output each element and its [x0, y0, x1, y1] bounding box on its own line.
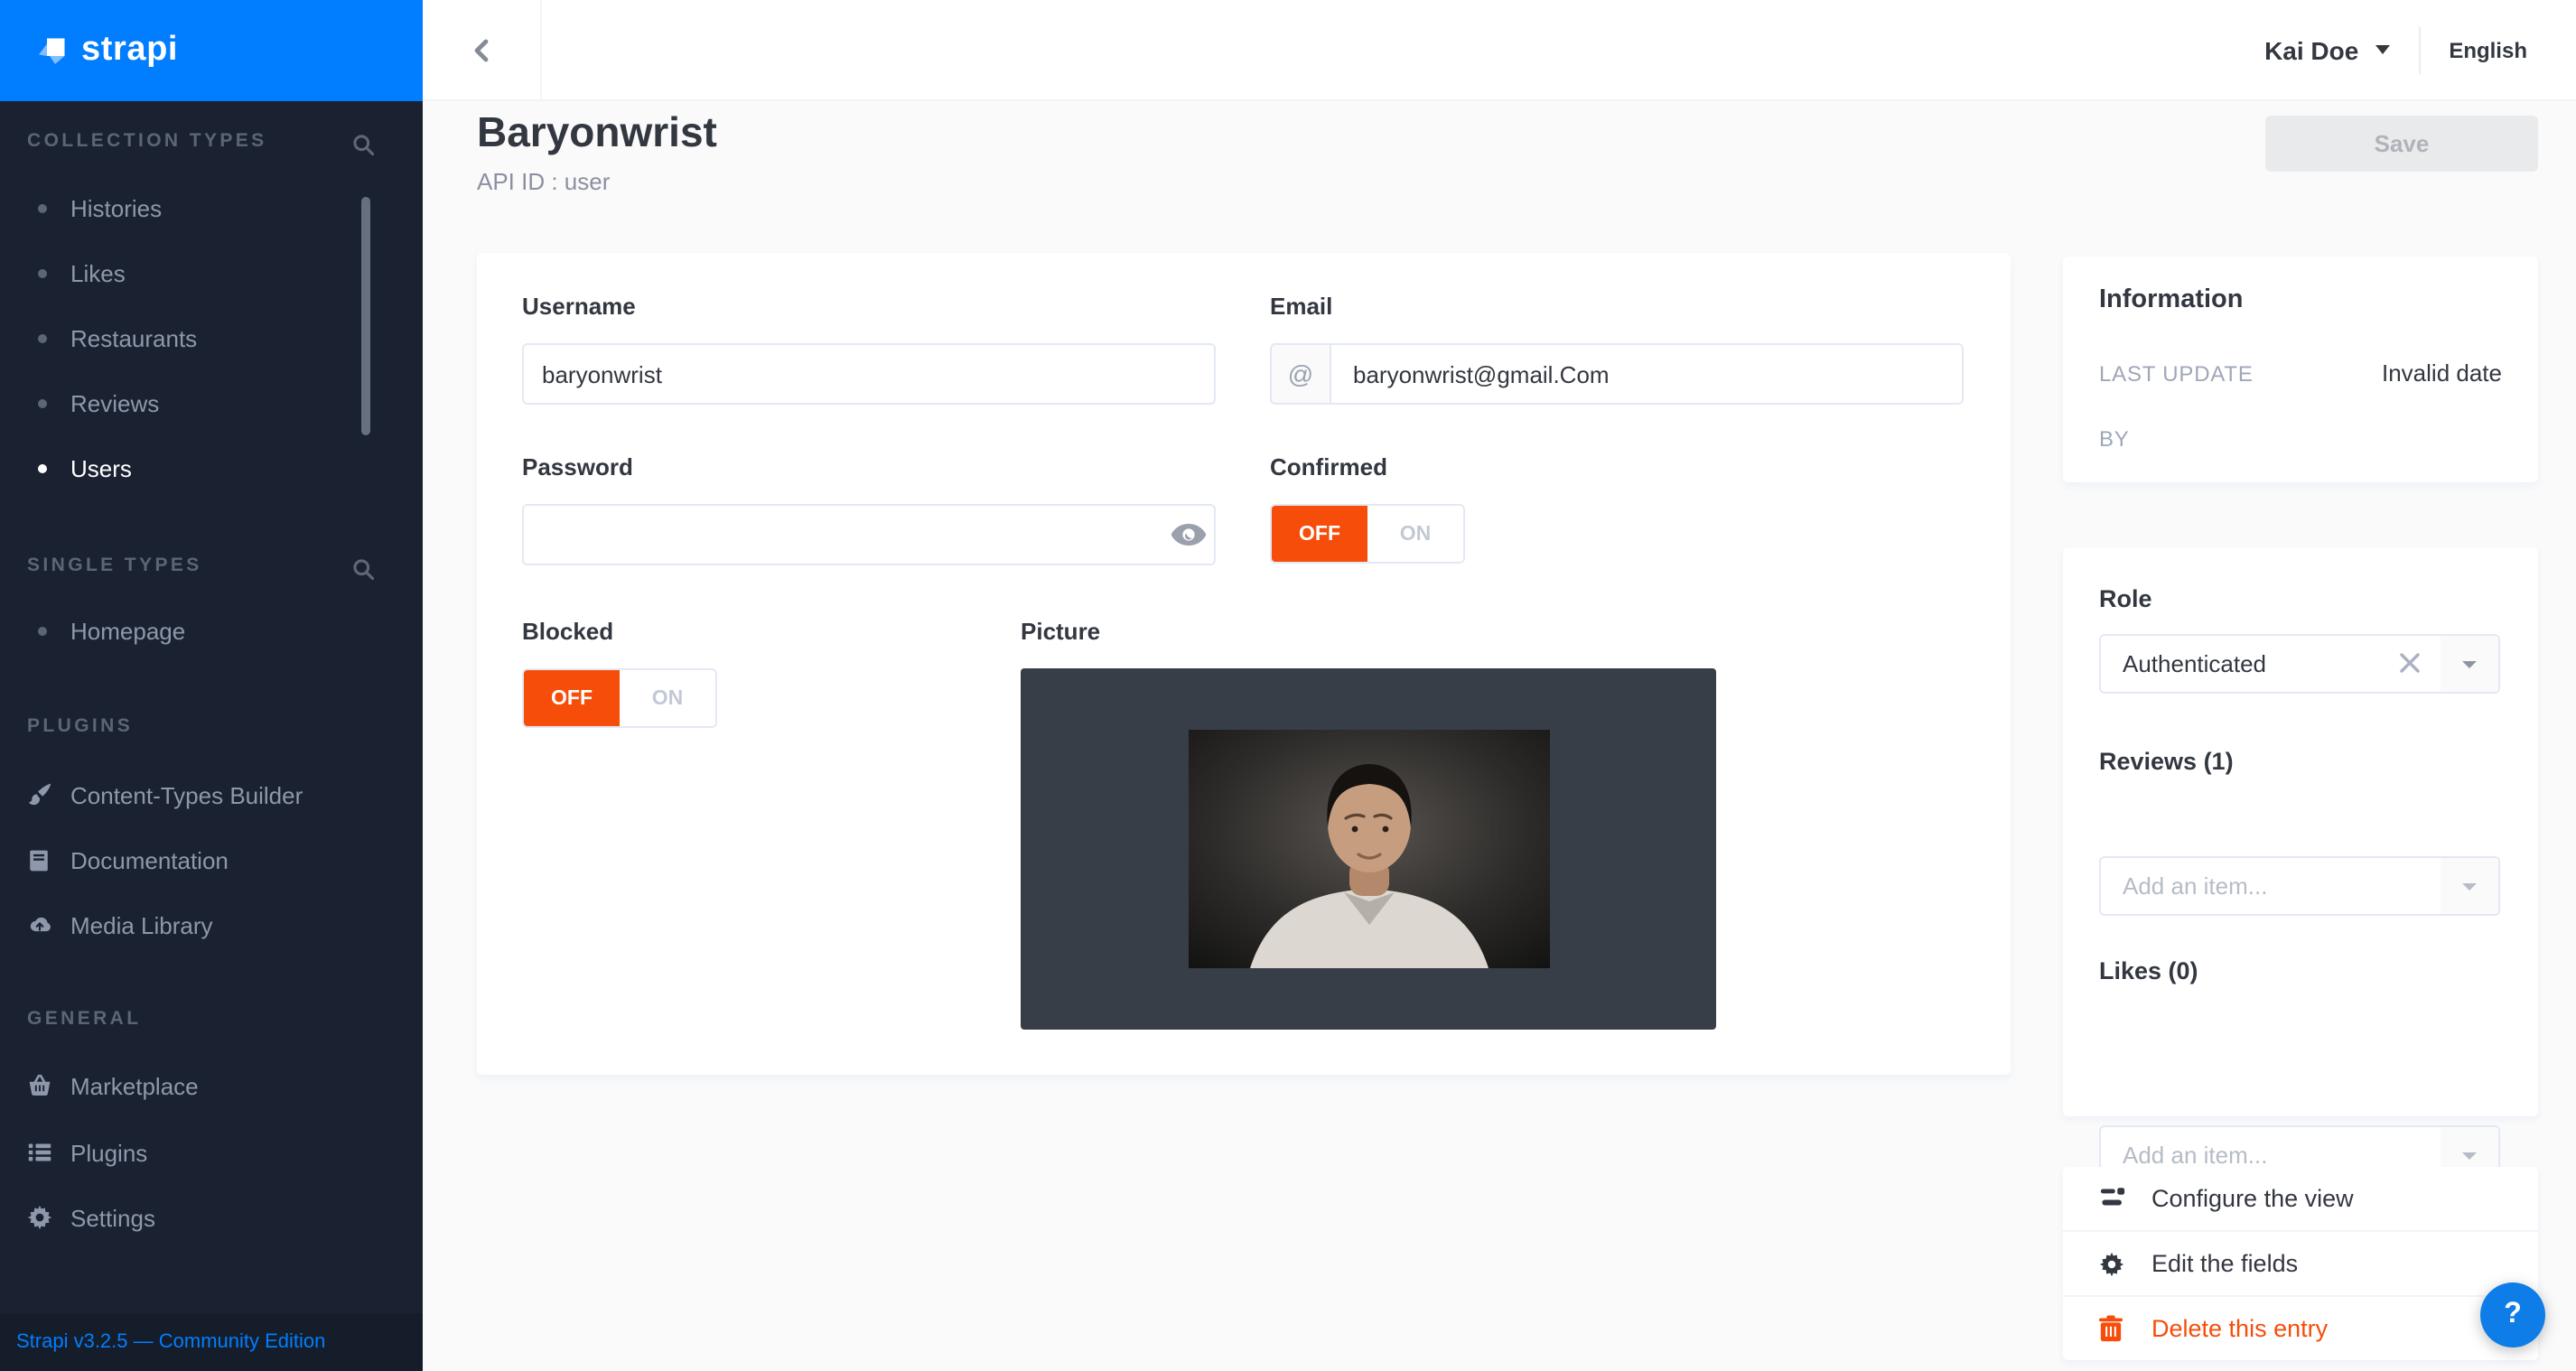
sidebar-item-content-types-builder[interactable]: Content-Types Builder [0, 771, 423, 818]
reviews-add-select[interactable]: Add an item... [2099, 856, 2500, 916]
strapi-logo-icon [36, 34, 69, 67]
sidebar-item-documentation[interactable]: Documentation [0, 836, 423, 883]
picture-label: Picture [1021, 618, 1100, 645]
username-input[interactable] [522, 343, 1216, 405]
chevron-down-icon [2375, 45, 2389, 54]
list-icon [27, 1140, 52, 1165]
by-label: BY [2099, 426, 2130, 452]
page-title: Baryonwrist [477, 108, 717, 157]
bullet-icon [38, 463, 47, 472]
section-title-plugins: PLUGINS [27, 715, 316, 737]
sidebar-item-marketplace[interactable]: Marketplace [0, 1062, 423, 1109]
sidebar-item-likes[interactable]: Likes [0, 249, 423, 296]
bullet-icon [38, 333, 47, 342]
reviews-label: Reviews (1) [2099, 748, 2234, 775]
chevron-down-icon [2462, 660, 2477, 667]
locale-selector[interactable]: English [2449, 37, 2527, 62]
configure-view-link[interactable]: Configure the view [2063, 1167, 2538, 1230]
sidebar-item-media-library[interactable]: Media Library [0, 901, 423, 948]
topbar-divider [2418, 26, 2420, 73]
role-label: Role [2099, 585, 2152, 612]
search-icon[interactable] [350, 132, 376, 157]
bullet-icon [38, 626, 47, 635]
role-value: Authenticated [2123, 636, 2266, 692]
clear-icon[interactable] [2397, 650, 2422, 676]
blocked-toggle[interactable]: OFF ON [522, 668, 717, 728]
sidebar-item-restaurants[interactable]: Restaurants [0, 314, 423, 361]
basket-icon [27, 1073, 52, 1098]
sidebar-item-homepage[interactable]: Homepage [0, 607, 423, 654]
password-input[interactable] [522, 504, 1216, 565]
sidebar-item-plugins[interactable]: Plugins [0, 1129, 423, 1176]
edit-form-card: Username Email @ Password Confirmed OFF … [477, 253, 2011, 1075]
eye-icon[interactable] [1171, 522, 1207, 547]
select-arrow-zone[interactable] [2441, 636, 2498, 692]
confirmed-toggle[interactable]: OFF ON [1270, 504, 1465, 564]
toggle-on-segment[interactable]: ON [620, 670, 715, 726]
last-update-label: LAST UPDATE [2099, 361, 2254, 387]
bullet-icon [38, 203, 47, 212]
role-select[interactable]: Authenticated [2099, 634, 2500, 694]
sidebar-item-settings[interactable]: Settings [0, 1194, 423, 1241]
bullet-icon [38, 268, 47, 277]
user-name: Kai Doe [2264, 35, 2358, 64]
app-window: strapi COLLECTION TYPES Histories Likes … [0, 0, 2576, 1371]
screenshot-viewport: strapi COLLECTION TYPES Histories Likes … [0, 0, 2576, 1371]
information-title: Information [2099, 285, 2244, 314]
toggle-on-segment[interactable]: ON [1367, 506, 1463, 562]
topbar-right-group: Kai Doe English [2264, 0, 2576, 99]
toggle-off-segment[interactable]: OFF [524, 670, 620, 726]
email-at-icon: @ [1270, 343, 1331, 405]
confirmed-label: Confirmed [1270, 453, 1387, 480]
gear-icon [2099, 1249, 2128, 1278]
likes-label: Likes (0) [2099, 957, 2198, 984]
gear-icon [27, 1205, 52, 1230]
blocked-label: Blocked [522, 618, 613, 645]
information-card: Information LAST UPDATE Invalid date BY [2063, 256, 2538, 482]
username-label: Username [522, 293, 636, 320]
password-label: Password [522, 453, 633, 480]
strapi-version-link[interactable]: Strapi v3.2.5 — Community Edition [16, 1313, 325, 1371]
sidebar-scrollbar[interactable] [361, 197, 370, 435]
cloud-upload-icon [27, 912, 52, 937]
email-input[interactable] [1270, 343, 1964, 405]
chevron-down-icon [2462, 1152, 2477, 1159]
paintbrush-icon [27, 782, 52, 807]
page-subtitle: API ID : user [477, 168, 610, 195]
user-photo [1188, 730, 1549, 968]
save-button[interactable]: Save [2265, 116, 2538, 172]
section-title-collection-types: COLLECTION TYPES [27, 130, 316, 152]
select-arrow-zone[interactable] [2441, 858, 2498, 914]
relations-card: Role Authenticated Reviews (1) Add an it… [2063, 547, 2538, 1116]
chevron-down-icon [2462, 882, 2477, 890]
sidebar-footer: Strapi v3.2.5 — Community Edition [0, 1313, 423, 1371]
trash-icon [2099, 1314, 2128, 1343]
toggle-off-segment[interactable]: OFF [1272, 506, 1367, 562]
strapi-logo-text: strapi [81, 31, 178, 70]
sidebar-item-users[interactable]: Users [0, 444, 423, 491]
actions-card: Configure the view Edit the fields [2063, 1167, 2538, 1360]
topbar: Kai Doe English [423, 0, 2576, 101]
picture-field[interactable] [1021, 668, 1716, 1030]
bullet-icon [38, 398, 47, 407]
delete-entry-link[interactable]: Delete this entry [2063, 1297, 2538, 1360]
reviews-add-placeholder: Add an item... [2123, 858, 2267, 914]
book-icon [27, 847, 52, 872]
sidebar: strapi COLLECTION TYPES Histories Likes … [0, 0, 423, 1371]
last-update-value: Invalid date [2382, 359, 2502, 387]
section-title-general: GENERAL [27, 1008, 316, 1030]
sidebar-item-histories[interactable]: Histories [0, 184, 423, 231]
help-button[interactable]: ? [2480, 1282, 2545, 1348]
sidebar-brand-header[interactable]: strapi [0, 0, 423, 101]
back-button[interactable] [423, 0, 542, 99]
sliders-icon [2099, 1184, 2128, 1213]
search-icon[interactable] [350, 556, 376, 582]
chevron-left-icon [469, 35, 494, 64]
question-mark-icon: ? [2504, 1299, 2522, 1331]
section-title-single-types: SINGLE TYPES [27, 555, 316, 576]
edit-fields-link[interactable]: Edit the fields [2063, 1232, 2538, 1295]
sidebar-item-reviews[interactable]: Reviews [0, 379, 423, 426]
email-label: Email [1270, 293, 1332, 320]
user-menu[interactable]: Kai Doe [2264, 35, 2389, 64]
